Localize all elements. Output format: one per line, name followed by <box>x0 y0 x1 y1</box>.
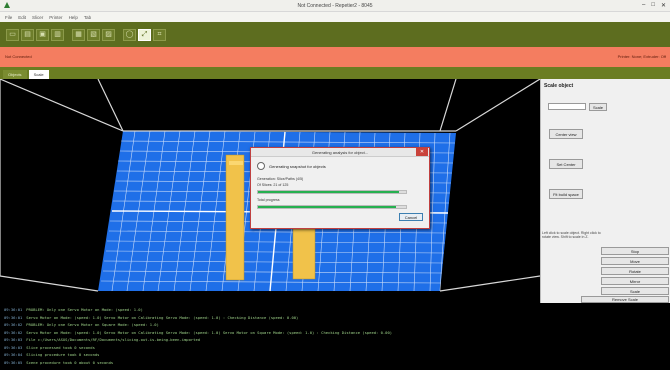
jog-icon[interactable]: ▧ <box>87 28 100 41</box>
menu-slicer[interactable]: Slicer <box>32 15 43 20</box>
scale-apply-button[interactable]: Scale <box>589 103 607 111</box>
log-time: 09:36:02 <box>4 322 23 327</box>
log-time: 09:36:03 <box>4 337 23 342</box>
log-line: 09:36:01 PROBLEM: Only one Servo Motor on… <box>4 306 666 314</box>
menu-tab[interactable]: Tab <box>84 15 91 20</box>
zoom-icon[interactable]: ⤢ <box>138 28 151 41</box>
object-left-bar[interactable] <box>225 154 245 281</box>
log-line: 09:36:05 Scene procedure took 0 about 0 s… <box>4 359 666 367</box>
maximize-icon[interactable]: □ <box>651 2 655 9</box>
action-stop-button[interactable]: Stop <box>601 247 669 255</box>
save-icon[interactable]: ▤ <box>21 28 34 41</box>
cancel-button[interactable]: Cancel <box>399 213 423 221</box>
log-line: 09:36:02 PROBLEM: Only one Servo Motor on… <box>4 321 666 329</box>
menu-printer[interactable]: Printer <box>49 15 62 20</box>
action-rotate-button[interactable]: Rotate <box>601 267 669 275</box>
set-center-button[interactable]: Set Center <box>549 159 583 169</box>
log-time: 09:36:01 <box>4 307 23 312</box>
close-icon[interactable]: ✕ <box>661 2 666 9</box>
tab-row: Objects Scale <box>0 67 670 79</box>
scale-hint: Left click to scale object. Right click … <box>542 231 601 239</box>
title-bar: Not Connected - Repetier2 - 8045 – □ ✕ <box>0 0 670 12</box>
window-controls: – □ ✕ <box>642 2 666 9</box>
fit-build-space-button[interactable]: Fit build space <box>549 189 583 199</box>
log-line: 09:36:01 Servo Motor on Mode: (speed: 1.0… <box>4 314 666 322</box>
printer-status: Printer: None; Extruder: Off <box>617 54 666 59</box>
action-mirror-button[interactable]: Mirror <box>601 277 669 285</box>
log-console[interactable]: 09:36:01 PROBLEM: Only one Servo Motor on… <box>0 303 670 370</box>
remove-scale-button[interactable]: Remove Scale <box>581 296 669 303</box>
frame-icon[interactable]: ⌗ <box>153 28 166 41</box>
open-icon[interactable]: ▣ <box>36 28 49 41</box>
dialog-title: Generating analysis for object... <box>311 150 369 155</box>
spinner-icon <box>257 162 265 170</box>
center-view-button[interactable]: Center view <box>549 129 583 139</box>
action-scale-button[interactable]: Scale <box>601 287 669 295</box>
dialog-title-bar: Generating analysis for object... ✕ <box>251 148 429 157</box>
menu-file[interactable]: File <box>5 15 12 20</box>
log-text: Slicing procedure took 0 seconds <box>26 352 100 357</box>
panel-heading: Scale object <box>544 83 574 89</box>
tab-scale[interactable]: Scale <box>28 70 49 79</box>
view-icon[interactable]: ▨ <box>102 28 115 41</box>
menu-help[interactable]: Help <box>69 15 78 20</box>
total-progress-bar <box>257 205 407 209</box>
dialog-close-icon[interactable]: ✕ <box>416 148 428 156</box>
log-text: Scene procedure took 0 about 0 seconds <box>26 359 114 365</box>
log-time: 09:36:01 <box>4 314 23 320</box>
connection-status-bar: Not Connected Printer: None; Extruder: O… <box>0 47 670 67</box>
scale-panel: Scale object Scale Center view Set Cente… <box>540 79 670 303</box>
load-icon[interactable]: ▭ <box>6 28 19 41</box>
total-progress-label: Total progress <box>257 198 280 202</box>
log-text: PROBLEM: Only one Servo Motor on Mode: (… <box>26 307 143 312</box>
object-left-bar-highlight <box>229 161 243 165</box>
log-text: PROBLEM: Only one Servo Motor on Square … <box>26 322 159 327</box>
log-text: Servo Motor on Mode: (speed: 1.0) Servo … <box>26 314 299 320</box>
object-right-block[interactable] <box>292 228 316 280</box>
menu-bar: File Edit Slicer Printer Help Tab <box>0 12 670 22</box>
connection-status: Not Connected <box>5 54 32 59</box>
lock-icon[interactable]: ◯ <box>123 28 136 41</box>
scale-input[interactable] <box>548 103 586 110</box>
log-line: 09:36:04 Slicing procedure took 0 seconds <box>4 351 666 359</box>
window-title: Not Connected - Repetier2 - 8045 <box>297 3 373 9</box>
log-time: 09:36:04 <box>4 352 23 357</box>
log-line: 09:36:03 File c:/Users/ASUS/Documents/RF/… <box>4 336 666 344</box>
total-progress-fill <box>258 206 396 208</box>
log-text: File c:/Users/ASUS/Documents/RF/Document… <box>26 337 201 342</box>
dialog-message: Generating snapshot for objects <box>269 164 326 169</box>
tab-objects[interactable]: Objects <box>3 70 27 79</box>
log-time: 09:36:02 <box>4 329 23 335</box>
log-text: Servo Motor on Mode: (speed: 1.0) Servo … <box>26 329 393 335</box>
log-text: Slice processed took 0 seconds <box>26 344 95 350</box>
action-move-button[interactable]: Move <box>601 257 669 265</box>
log-time: 09:36:03 <box>4 344 23 350</box>
stop-icon[interactable]: ▦ <box>72 28 85 41</box>
minimize-icon[interactable]: – <box>642 2 645 9</box>
log-time: 09:36:05 <box>4 359 23 365</box>
slices-label: Of Slices: 21 of 125 <box>257 183 289 187</box>
toolbar: ▭ ▤ ▣ ▥ ▦ ▧ ▨ ◯ ⤢ ⌗ <box>0 22 670 47</box>
print-icon[interactable]: ▥ <box>51 28 64 41</box>
generation-label: Generation: Slice/Paths (4/5) <box>257 177 304 181</box>
log-line: 09:36:02 Servo Motor on Mode: (speed: 1.0… <box>4 329 666 337</box>
menu-edit[interactable]: Edit <box>18 15 26 20</box>
progress-dialog: Generating analysis for object... ✕ Gene… <box>250 147 430 229</box>
slice-progress-fill <box>258 191 399 193</box>
slice-progress-bar <box>257 190 407 194</box>
log-line: 09:36:03 Slice processed took 0 seconds <box>4 344 666 352</box>
